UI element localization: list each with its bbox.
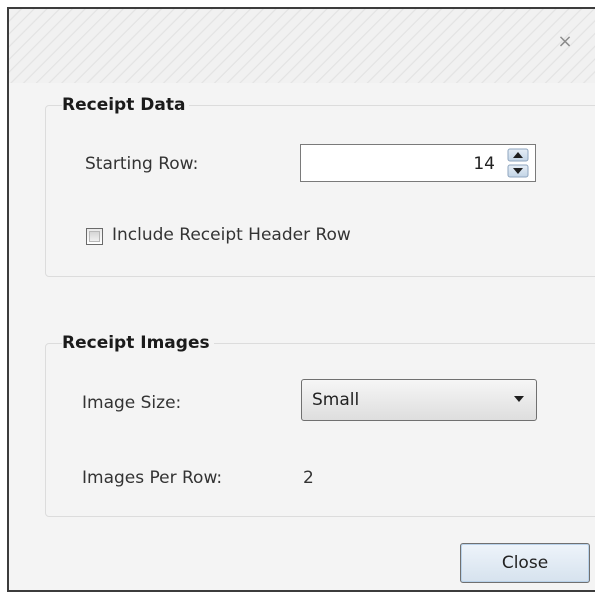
image-size-value: Small: [312, 390, 360, 410]
images-per-row-value: 2: [303, 468, 314, 488]
chevron-up-icon: [507, 148, 529, 162]
image-size-dropdown[interactable]: Small: [301, 379, 537, 421]
receipt-images-title: Receipt Images: [62, 333, 214, 353]
title-bar: [9, 9, 595, 83]
receipt-options-dialog: × Receipt Data Starting Row: 14 Include …: [7, 7, 595, 592]
starting-row-label: Starting Row:: [85, 154, 199, 174]
dropdown-arrow-icon: [514, 396, 524, 402]
close-icon[interactable]: ×: [556, 33, 574, 51]
starting-row-spinner[interactable]: 14: [300, 144, 536, 182]
receipt-data-title: Receipt Data: [62, 95, 190, 115]
starting-row-value[interactable]: 14: [473, 154, 495, 174]
include-header-label[interactable]: Include Receipt Header Row: [112, 225, 351, 245]
chevron-down-icon: [507, 164, 529, 178]
receipt-data-group: [45, 105, 595, 277]
images-per-row-label: Images Per Row:: [82, 468, 223, 488]
spinner-buttons: [505, 147, 531, 179]
receipt-images-group: [45, 343, 595, 517]
close-button[interactable]: Close: [460, 543, 590, 583]
include-header-checkbox[interactable]: [86, 228, 103, 245]
decrement-button[interactable]: [505, 163, 531, 179]
image-size-label: Image Size:: [82, 393, 182, 413]
increment-button[interactable]: [505, 147, 531, 163]
